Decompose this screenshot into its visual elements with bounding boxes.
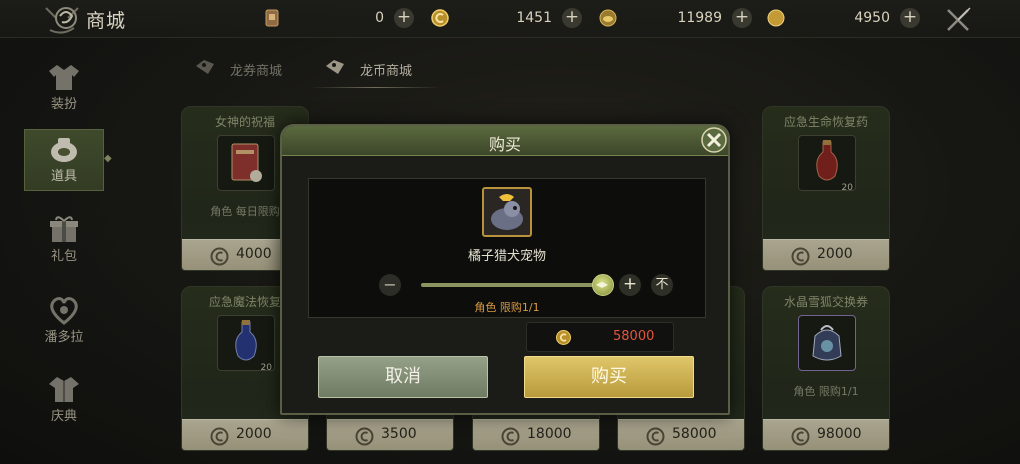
product-price: 58000 (672, 426, 717, 442)
product-card[interactable]: 水晶雪狐交换券 角色 限购1/1 98000 (762, 286, 890, 451)
product-name: 水晶雪狐交换券 (783, 295, 868, 309)
tab-dragon-ticket-shop[interactable]: 龙券商城 (194, 56, 304, 82)
item-image (482, 187, 532, 237)
product-price: 18000 (527, 426, 572, 442)
close-shop-icon[interactable] (944, 6, 972, 34)
crystal-fox-voucher-icon (812, 325, 842, 361)
dragon-coin-icon (646, 427, 665, 446)
product-price: 4000 (236, 246, 272, 262)
quantity-slider-handle[interactable]: ◂▸ (592, 274, 614, 296)
ticket-icon (265, 9, 279, 27)
gold-ingot-currency: 11989 + (598, 8, 752, 30)
sidebar-item-pandora[interactable]: 潘多拉 (24, 291, 104, 353)
max-quantity-button[interactable]: 不 (651, 274, 673, 296)
price-bar: 58000 (618, 419, 744, 450)
dragon-coin-icon (355, 427, 374, 446)
sidebar-item-label: 装扮 (50, 97, 77, 112)
sidebar-item-label: 礼包 (50, 249, 77, 264)
top-bar: 商城 0 + 1451 + 11989 + 4950 + (0, 0, 1020, 38)
item-name: 橘子猎犬宠物 (467, 249, 546, 264)
gold-ingot-icon (599, 9, 617, 27)
price-bar: 3500 (327, 419, 453, 450)
dragon-coin-icon (791, 247, 810, 266)
price-bar: 2000 (182, 419, 308, 450)
sidebar-item-celebration[interactable]: 庆典 (24, 370, 104, 432)
product-card[interactable]: 应急生命恢复药 20 2000 (762, 106, 890, 271)
add-gold-coin-button[interactable]: + (900, 8, 920, 28)
tab-underline (310, 87, 440, 88)
orange-hound-pet-icon (491, 194, 523, 230)
add-ticket-button[interactable]: + (394, 8, 414, 28)
add-dragon-coin-button[interactable]: + (562, 8, 582, 28)
blessing-book-icon (231, 143, 262, 182)
total-price: 58000 (613, 329, 655, 344)
product-price: 98000 (817, 426, 862, 442)
gold-coin-icon (767, 9, 785, 27)
dragon-coin-icon (210, 427, 229, 446)
product-quantity: 20 (841, 183, 853, 193)
dragon-coin-icon (556, 330, 571, 345)
purchase-limit: 角色 限购1/1 (474, 301, 540, 314)
product-price: 2000 (817, 246, 853, 262)
tab-label: 龙币商城 (360, 64, 413, 79)
close-icon[interactable] (700, 126, 728, 154)
drag-arrows-icon: ◂▸ (596, 277, 609, 291)
dragon-coin-icon (210, 247, 229, 266)
product-name: 应急生命恢复药 (783, 115, 868, 129)
product-image (798, 315, 856, 371)
health-potion-icon (816, 140, 838, 181)
product-price: 3500 (381, 426, 417, 442)
total-cost: 58000 (526, 322, 674, 352)
add-gold-ingot-button[interactable]: + (732, 8, 752, 28)
purchase-dialog: 购买 橘子猎犬宠物 − ◂▸ + 不 角色 限购1/1 58000 取消 购买 (280, 124, 730, 415)
price-bar: 98000 (763, 419, 889, 450)
dragon-coin-amount: 1451 (516, 10, 552, 26)
price-bar: 2000 (763, 239, 889, 270)
tag-icon (326, 60, 344, 74)
gift-icon (50, 216, 78, 242)
tag-icon (196, 60, 214, 74)
gold-coin-amount: 4950 (854, 10, 890, 26)
sidebar-item-label: 潘多拉 (44, 330, 84, 345)
outfit-icon (49, 65, 79, 90)
mana-potion-icon (235, 320, 257, 361)
dialog-title: 购买 (488, 135, 521, 154)
product-image (217, 135, 275, 191)
active-indicator-icon: ◆ (104, 153, 112, 164)
sidebar-item-gift[interactable]: 礼包 (24, 210, 104, 272)
dragon-coin-currency: 1451 + (430, 8, 582, 30)
buy-button[interactable]: 购买 (524, 356, 694, 398)
page-title: 商城 (86, 10, 127, 32)
dragon-coin-icon (431, 9, 449, 27)
sidebar-item-label: 道具 (50, 169, 77, 184)
decrease-quantity-button[interactable]: − (379, 274, 401, 296)
price-bar: 18000 (473, 419, 599, 450)
sidebar-item-label: 庆典 (50, 409, 77, 424)
product-quantity: 20 (260, 363, 272, 373)
pouch-icon (51, 138, 77, 162)
ticket-currency: 0 + (262, 8, 414, 30)
increase-quantity-button[interactable]: + (619, 274, 641, 296)
gold-ingot-amount: 11989 (677, 10, 722, 26)
quantity-slider-track[interactable] (421, 283, 605, 287)
robe-icon (49, 377, 79, 402)
ticket-amount: 0 (375, 10, 384, 26)
tab-dragon-coin-shop[interactable]: 龙币商城 (324, 56, 434, 82)
product-price: 2000 (236, 426, 272, 442)
dragon-logo-icon (45, 7, 79, 34)
purchase-limit: 角色 限购1/1 (793, 385, 859, 398)
dialog-header: 购买 (282, 126, 728, 156)
heart-icon (50, 297, 78, 325)
gold-coin-currency: 4950 + (766, 8, 920, 30)
item-detail-panel: 橘子猎犬宠物 − ◂▸ + 不 角色 限购1/1 (308, 178, 706, 318)
dragon-coin-icon (791, 427, 810, 446)
sidebar-item-items[interactable]: 道具 (24, 129, 104, 191)
tab-label: 龙券商城 (230, 64, 283, 79)
sidebar-item-outfit[interactable]: 装扮 (24, 58, 104, 120)
cancel-button[interactable]: 取消 (318, 356, 488, 398)
dragon-coin-icon (501, 427, 520, 446)
